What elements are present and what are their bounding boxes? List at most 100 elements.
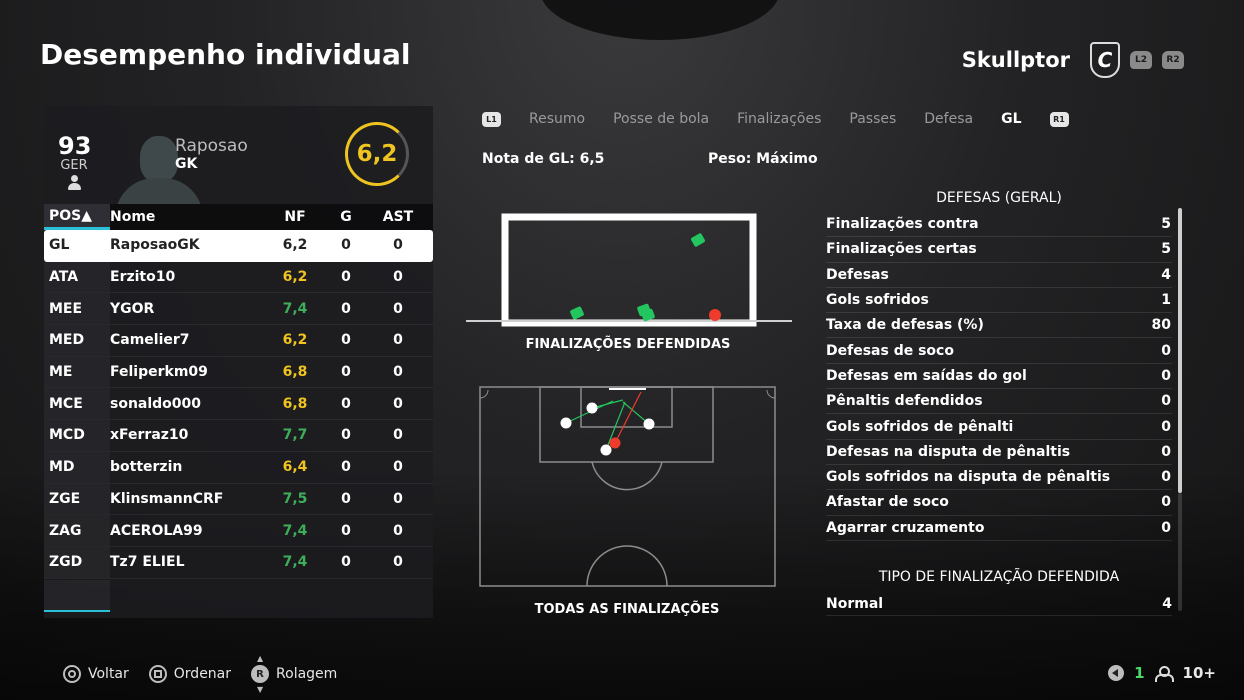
scroll-label: Rolagem bbox=[276, 666, 338, 682]
table-row[interactable]: MCE sonaldo000 6,8 0 0 bbox=[44, 388, 433, 421]
cell-goals: 0 bbox=[341, 554, 351, 571]
back-button[interactable]: Voltar bbox=[63, 665, 129, 683]
stat-value: 0 bbox=[1161, 367, 1171, 384]
r2-button-icon[interactable]: R2 bbox=[1162, 51, 1184, 69]
header-pos-sort[interactable]: POS▲ bbox=[44, 204, 110, 230]
cell-position: GL bbox=[49, 237, 70, 254]
user-name: Skullptor bbox=[961, 48, 1070, 72]
saved-shot-glove-icon bbox=[691, 233, 705, 247]
cell-rating: 7,4 bbox=[282, 522, 308, 539]
table-header: POS▲ Nome NF G AST bbox=[44, 204, 433, 230]
shot-origin-marker bbox=[600, 444, 612, 456]
cell-goals: 0 bbox=[341, 427, 351, 444]
stat-label: Finalizações contra bbox=[826, 216, 979, 233]
table-row[interactable]: GL RaposaoGK 6,2 0 0 bbox=[44, 230, 433, 262]
stat-label: Agarrar cruzamento bbox=[826, 519, 985, 536]
cell-rating: 6,2 bbox=[282, 237, 308, 254]
user-area: Skullptor C L2 R2 bbox=[962, 42, 1184, 78]
player-card: 93 GER Raposao GK 6,2 bbox=[44, 106, 433, 204]
cell-position: MED bbox=[44, 325, 110, 356]
cell-rating: 6,8 bbox=[282, 364, 308, 381]
tab-passes[interactable]: Passes bbox=[849, 111, 896, 127]
team-overall: 93 GER bbox=[58, 134, 91, 191]
table-row[interactable]: ATA Erzito10 6,2 0 0 bbox=[44, 261, 433, 294]
stat-label: Taxa de defesas (%) bbox=[826, 317, 984, 334]
table-row[interactable]: MEE YGOR 7,4 0 0 bbox=[44, 293, 433, 326]
cell-assists: 0 bbox=[393, 522, 403, 539]
online-count: 1 bbox=[1134, 664, 1145, 682]
stat-label: Pênaltis defendidos bbox=[826, 393, 983, 410]
shot-type-title: TIPO DE FINALIZAÇÃO DEFENDIDA bbox=[878, 569, 1120, 585]
tab-gl[interactable]: GL bbox=[1001, 111, 1021, 127]
cell-player-name: sonaldo000 bbox=[110, 395, 202, 412]
table-row[interactable]: MD botterzin 6,4 0 0 bbox=[44, 451, 433, 484]
cell-player-name: xFerraz10 bbox=[110, 427, 189, 444]
cell-position: ZAG bbox=[44, 515, 110, 546]
cell-rating: 6,8 bbox=[282, 395, 308, 412]
speaker-icon bbox=[1108, 665, 1125, 681]
cell-position: ZGD bbox=[44, 546, 110, 578]
cell-goals: 0 bbox=[341, 459, 351, 476]
cell-player-name: KlinsmannCRF bbox=[110, 490, 224, 507]
stat-row: Gols sofridos na disputa de pênaltis 0 bbox=[826, 465, 1172, 491]
stat-value: 1 bbox=[1161, 292, 1171, 309]
gk-weight: Peso: Máximo bbox=[708, 151, 818, 167]
table-row[interactable]: MCD xFerraz10 7,7 0 0 bbox=[44, 420, 433, 452]
cell-position: MCD bbox=[44, 420, 110, 451]
stat-label: Gols sofridos de pênalti bbox=[826, 418, 1014, 435]
saved-shot-glove-icon bbox=[570, 306, 584, 320]
stat-row: Gols sofridos de pênalti 0 bbox=[826, 414, 1172, 440]
goal-shot-origin-marker bbox=[609, 437, 621, 449]
cell-position: ME bbox=[44, 356, 110, 388]
cell-rating: 7,7 bbox=[282, 427, 308, 444]
table-row[interactable]: ME Feliperkm09 6,8 0 0 bbox=[44, 356, 433, 389]
stat-row: Finalizações certas 5 bbox=[826, 237, 1172, 263]
table-row[interactable]: ZAG ACEROLA99 7,4 0 0 bbox=[44, 515, 433, 547]
cell-position: MCE bbox=[44, 388, 110, 420]
sort-button[interactable]: Ordenar bbox=[148, 665, 231, 683]
stat-row: Defesas em saídas do gol 0 bbox=[826, 364, 1172, 390]
r1-button-icon[interactable]: R1 bbox=[1049, 111, 1069, 127]
cell-player-name: botterzin bbox=[110, 459, 183, 476]
cell-position: MD bbox=[44, 451, 110, 483]
table-row[interactable]: MED Camelier7 6,2 0 0 bbox=[44, 325, 433, 357]
header-ast: AST bbox=[382, 209, 414, 225]
cell-rating: 6,2 bbox=[282, 332, 308, 349]
l2-button-icon[interactable]: L2 bbox=[1130, 51, 1152, 69]
player-rows: GL RaposaoGK 6,2 0 0 ATA Erzito10 6,2 0 0 MEE YGOR 7… bbox=[44, 230, 433, 579]
header-name: Nome bbox=[110, 209, 156, 225]
cell-goals: 0 bbox=[341, 300, 351, 317]
cell-assists: 0 bbox=[393, 427, 403, 444]
cell-player-name: RaposaoGK bbox=[110, 237, 200, 254]
cell-assists: 0 bbox=[393, 269, 403, 286]
tab-posse-de-bola[interactable]: Posse de bola bbox=[613, 111, 709, 127]
stat-row: Finalizações contra 5 bbox=[826, 212, 1172, 238]
cell-rating: 6,4 bbox=[282, 459, 308, 476]
stat-row: Pênaltis defendidos 0 bbox=[826, 389, 1172, 415]
stats-list: Finalizações contra 5 Finalizações certas 5… bbox=[826, 212, 1172, 541]
l1-button-icon[interactable]: L1 bbox=[482, 111, 501, 127]
player-position: GK bbox=[175, 156, 198, 172]
cell-rating: 7,5 bbox=[282, 490, 308, 507]
stats-scrollbar-track[interactable] bbox=[1178, 493, 1182, 611]
all-shots-label: TODAS AS FINALIZAÇÕES bbox=[534, 602, 720, 617]
cell-position: ZGE bbox=[44, 483, 110, 515]
stats-section-title: DEFESAS (GERAL) bbox=[936, 190, 1062, 206]
tab-resumo[interactable]: Resumo bbox=[529, 111, 585, 127]
tab-finalizacoes[interactable]: Finalizações bbox=[737, 111, 821, 127]
stats-scrollbar-thumb[interactable] bbox=[1178, 208, 1182, 493]
scroll-button[interactable]: R Rolagem bbox=[251, 654, 338, 694]
table-row[interactable]: ZGD Tz7 ELIEL 7,4 0 0 bbox=[44, 546, 433, 579]
cell-player-name: Camelier7 bbox=[110, 332, 190, 349]
cell-goals: 0 bbox=[341, 237, 351, 254]
table-row[interactable]: ZGE KlinsmannCRF 7,5 0 0 bbox=[44, 483, 433, 516]
header-nf: NF bbox=[284, 209, 306, 225]
stat-value: 0 bbox=[1161, 519, 1171, 536]
stat-label: Defesas bbox=[826, 266, 889, 283]
tab-defesa[interactable]: Defesa bbox=[924, 111, 973, 127]
cell-player-name: YGOR bbox=[110, 300, 155, 317]
stat-label: Defesas na disputa de pênaltis bbox=[826, 443, 1071, 460]
players-count: 10+ bbox=[1182, 664, 1216, 682]
cell-assists: 0 bbox=[393, 554, 403, 571]
goal-frame bbox=[501, 213, 757, 327]
